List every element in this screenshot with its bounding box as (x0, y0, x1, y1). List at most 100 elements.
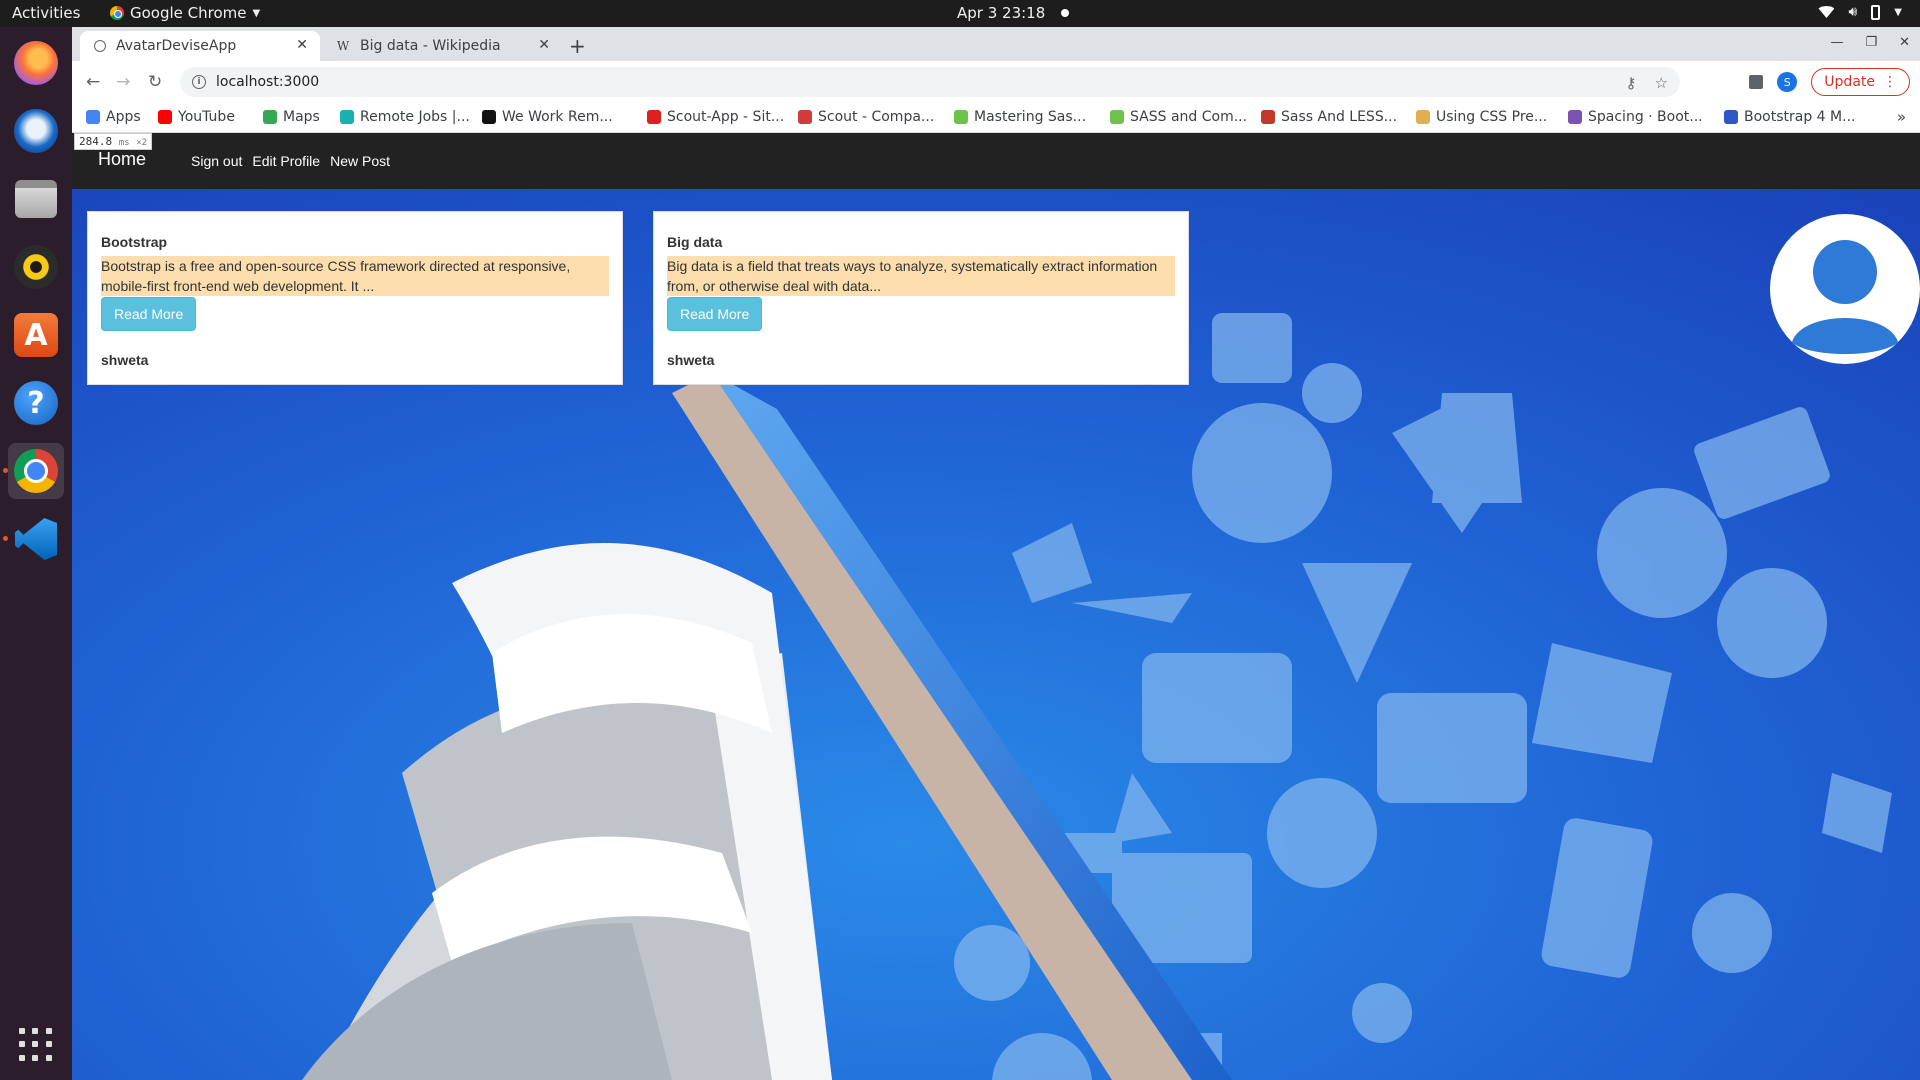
bookmark-label: Mastering Sas... (974, 109, 1087, 125)
app-menu-label: Google Chrome (130, 4, 247, 22)
apps-grid-icon (86, 110, 100, 124)
dock-help[interactable]: ? (8, 375, 64, 431)
tab-big-data-wikipedia[interactable]: W Big data - Wikipedia ✕ (322, 31, 562, 61)
update-button[interactable]: Update ⋮ (1811, 68, 1910, 96)
grid-red-icon (1261, 110, 1275, 124)
url-text: localhost:3000 (216, 74, 320, 90)
reload-icon[interactable]: ↻ (148, 72, 162, 92)
minimize-icon[interactable]: — (1830, 35, 1843, 50)
home-link[interactable]: Home (98, 149, 146, 170)
address-bar[interactable]: i localhost:3000 ⚷ ☆ (180, 67, 1680, 97)
back-icon[interactable]: ← (86, 72, 100, 92)
post-summary: Bootstrap is a free and open-source CSS … (101, 256, 609, 296)
wikipedia-icon: W (336, 39, 350, 53)
show-apps-button[interactable] (8, 1017, 64, 1073)
timing-count: ×2 (136, 138, 148, 148)
leaf-icon (954, 110, 968, 124)
tab-label: Big data - Wikipedia (360, 38, 501, 54)
site-navbar: Home Sign out Edit Profile New Post (72, 133, 1920, 189)
maps-icon (263, 110, 277, 124)
activities-button[interactable]: Activities (12, 4, 80, 22)
chevron-down-icon: ▼ (252, 7, 261, 19)
window-controls: — ❐ ✕ (1830, 35, 1910, 50)
bookmark-item[interactable]: We Work Rem... (482, 109, 613, 125)
dock-firefox[interactable] (8, 35, 64, 91)
bookmark-label: Bootstrap 4 M... (1744, 109, 1856, 125)
edit-profile-link[interactable]: Edit Profile (252, 153, 320, 169)
scout-app-icon (647, 110, 661, 124)
post-title: Big data (667, 234, 723, 250)
bookmark-label: Using CSS Pre... (1436, 109, 1548, 125)
timing-unit: ms (118, 138, 130, 148)
user-avatar[interactable] (1770, 214, 1920, 364)
bookmark-item[interactable]: Scout - Compa... (798, 109, 934, 125)
post-title: Bootstrap (101, 234, 168, 250)
bookmark-item[interactable]: Bootstrap 4 M... (1724, 109, 1855, 125)
bookmark-label: YouTube (178, 109, 235, 125)
timing-value: 284.8 (79, 135, 113, 148)
star-icon[interactable]: ☆ (1655, 74, 1668, 92)
bootstrap-icon (1568, 110, 1582, 124)
bookmark-item[interactable]: Remote Jobs |... (340, 109, 470, 125)
close-icon[interactable]: ✕ (538, 37, 550, 53)
sign-out-link[interactable]: Sign out (191, 153, 242, 169)
bookmark-item[interactable]: Maps (263, 109, 320, 125)
system-tray[interactable]: 🔊︎ ▼ (1818, 4, 1902, 20)
chevron-right-icon[interactable]: » (1897, 108, 1906, 126)
new-post-link[interactable]: New Post (330, 153, 390, 169)
bookmark-label: SASS and Com... (1130, 109, 1248, 125)
bookmark-label: We Work Rem... (502, 109, 613, 125)
info-icon[interactable]: i (192, 75, 206, 89)
rack-mini-profiler-badge[interactable]: 284.8 ms ×2 (74, 133, 153, 150)
post-author: shweta (667, 352, 715, 368)
globe-icon (94, 40, 106, 52)
dock-files[interactable] (8, 171, 64, 227)
trophy-icon (1416, 110, 1430, 124)
chrome-icon (14, 449, 58, 493)
clock-label: Apr 3 23:18 (957, 4, 1046, 22)
thunderbird-icon (14, 109, 58, 153)
bookmark-item[interactable]: Scout-App - Sit... (647, 109, 784, 125)
bookmark-item[interactable]: Mastering Sas... (954, 109, 1086, 125)
post-card: Big data Big data is a field that treats… (653, 211, 1189, 385)
bookmark-item[interactable]: YouTube (158, 109, 235, 125)
new-tab-button[interactable]: + (569, 34, 586, 58)
files-icon (15, 180, 57, 218)
bookmark-label: Sass And LESS... (1281, 109, 1398, 125)
help-icon: ? (14, 381, 58, 425)
bookmark-label: Spacing · Boot... (1588, 109, 1703, 125)
post-author: shweta (101, 352, 149, 368)
bookmark-item[interactable]: Apps (86, 109, 141, 125)
close-icon[interactable]: ✕ (296, 37, 308, 53)
leaf-icon (1110, 110, 1124, 124)
volume-icon: 🔊︎ (1848, 4, 1858, 20)
bookmark-label: Scout - Compa... (818, 109, 935, 125)
read-more-button[interactable]: Read More (667, 297, 763, 331)
bookmark-item[interactable]: Spacing · Boot... (1568, 109, 1703, 125)
bookmark-item[interactable]: SASS and Com... (1110, 109, 1247, 125)
dock-rhythmbox[interactable] (8, 239, 64, 295)
software-store-icon: A (14, 313, 58, 357)
bookmark-label: Scout-App - Sit... (667, 109, 785, 125)
dock-thunderbird[interactable] (8, 103, 64, 159)
close-window-icon[interactable]: ✕ (1899, 35, 1910, 50)
dock-chrome[interactable] (8, 443, 64, 499)
bookmark-label: Apps (106, 109, 141, 125)
vscode-icon (15, 518, 57, 560)
forward-icon[interactable]: → (116, 72, 130, 92)
read-more-button[interactable]: Read More (101, 297, 197, 331)
bookmark-item[interactable]: Sass And LESS... (1261, 109, 1397, 125)
extensions-icon[interactable] (1749, 75, 1764, 89)
chrome-icon (110, 6, 124, 20)
dock-software[interactable]: A (8, 307, 64, 363)
dock-vscode[interactable] (8, 511, 64, 567)
profile-avatar[interactable]: S (1777, 72, 1798, 92)
app-menu[interactable]: Google Chrome ▼ (110, 4, 260, 22)
bookmark-item[interactable]: Using CSS Pre... (1416, 109, 1547, 125)
system-top-bar: Activities Google Chrome ▼ Apr 3 23:18 🔊… (0, 0, 1920, 27)
key-icon[interactable]: ⚷ (1626, 74, 1637, 92)
clock[interactable]: Apr 3 23:18 (957, 4, 1070, 22)
update-label: Update (1824, 74, 1875, 90)
restore-icon[interactable]: ❐ (1865, 35, 1877, 50)
tab-avatardeviseapp[interactable]: AvatarDeviseApp ✕ (80, 31, 320, 61)
